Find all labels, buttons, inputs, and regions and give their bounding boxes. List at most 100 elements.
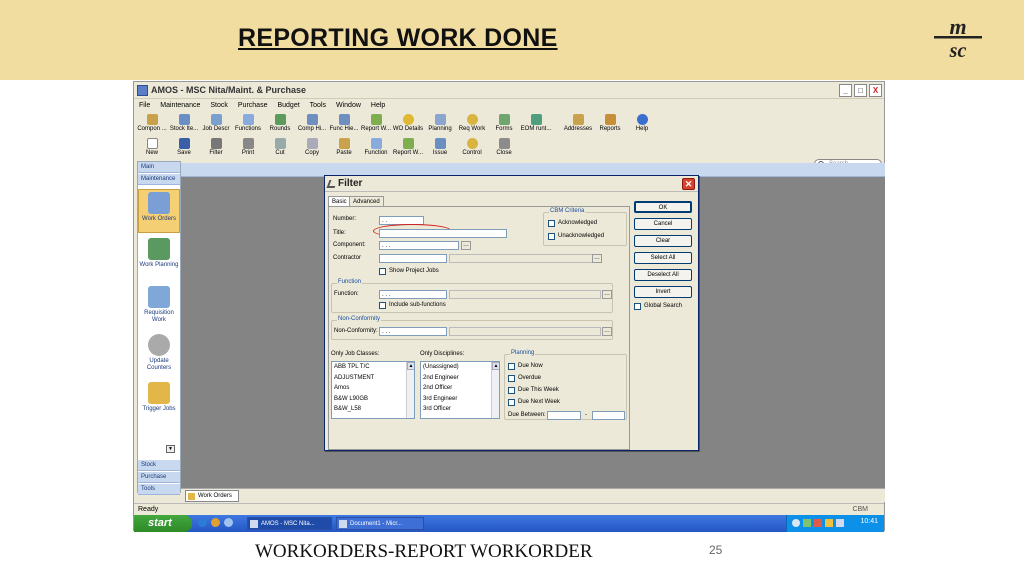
req-work-button[interactable]: Req Work xyxy=(456,113,488,137)
list-item[interactable]: B&W_L58 xyxy=(332,404,414,415)
forms-button[interactable]: Forms xyxy=(488,113,520,137)
desktop-icon[interactable] xyxy=(224,518,233,527)
function-button[interactable]: Function xyxy=(360,137,392,161)
non-conformity-field[interactable]: . . . xyxy=(379,327,447,336)
tray-security-icon[interactable] xyxy=(825,519,833,527)
menu-window[interactable]: Window xyxy=(336,102,361,109)
deselect-all-button[interactable]: Deselect All xyxy=(634,269,692,281)
list-item[interactable]: ADJUSTMENT xyxy=(332,373,414,384)
report-work-button[interactable]: Report W... xyxy=(360,113,392,137)
minimize-button[interactable]: _ xyxy=(839,84,852,97)
print-button[interactable]: Print xyxy=(232,137,264,161)
global-search-checkbox[interactable] xyxy=(634,303,641,310)
sidebar-scroll-down-icon[interactable]: ▼ xyxy=(166,445,175,453)
copy-button[interactable]: Copy xyxy=(296,137,328,161)
due-next-week-checkbox[interactable] xyxy=(508,399,515,406)
sidebar-item-update-counters[interactable]: Update Counters xyxy=(138,334,180,372)
outlook-icon[interactable] xyxy=(211,518,220,527)
list-item[interactable]: 2nd Engineer xyxy=(421,373,499,384)
unacknowledged-checkbox[interactable] xyxy=(548,233,555,240)
sidebar-item-trigger-jobs[interactable]: Trigger Jobs xyxy=(138,382,180,413)
list-item[interactable]: 3rd Engineer xyxy=(421,394,499,405)
contractor-field[interactable] xyxy=(379,254,447,263)
menu-budget[interactable]: Budget xyxy=(277,102,299,109)
sidebar-header-purchase[interactable]: Purchase xyxy=(138,472,180,483)
paste-button[interactable]: Paste xyxy=(328,137,360,161)
control-button[interactable]: Control xyxy=(456,137,488,161)
sidebar-header-maintenance[interactable]: Maintenance xyxy=(138,174,180,185)
functions-button[interactable]: Functions xyxy=(232,113,264,137)
list-item[interactable]: ABB TPL T/C xyxy=(332,362,414,373)
function-browse-button[interactable]: … xyxy=(602,290,612,299)
stock-items-button[interactable]: Stock Ite... xyxy=(168,113,200,137)
title-field[interactable] xyxy=(379,229,507,238)
job-classes-scrollbar[interactable]: ▲ xyxy=(406,362,414,418)
due-this-week-checkbox[interactable] xyxy=(508,387,515,394)
ok-button[interactable]: OK xyxy=(634,201,692,213)
sidebar-item-work-planning[interactable]: Work Planning xyxy=(138,238,180,269)
list-item[interactable]: Amos xyxy=(332,383,414,394)
help-button[interactable]: Help xyxy=(626,113,658,137)
job-descr-button[interactable]: Job Descr xyxy=(200,113,232,137)
select-all-button[interactable]: Select All xyxy=(634,252,692,264)
menu-file[interactable]: File xyxy=(139,102,150,109)
due-now-checkbox[interactable] xyxy=(508,363,515,370)
list-item[interactable]: 2nd Officer xyxy=(421,383,499,394)
tray-alert-icon[interactable] xyxy=(814,519,822,527)
filter-close-button[interactable]: ✕ xyxy=(682,178,695,190)
task-document1[interactable]: Document1 - Micr... xyxy=(336,517,424,530)
report-work-action-button[interactable]: Report W... xyxy=(392,137,424,161)
save-button[interactable]: Save xyxy=(168,137,200,161)
contractor-browse-button[interactable]: … xyxy=(592,254,602,263)
show-project-jobs-checkbox[interactable] xyxy=(379,268,386,275)
function-field[interactable]: . . . xyxy=(379,290,447,299)
sidebar-item-requisition-work[interactable]: Requisition Work xyxy=(138,286,180,324)
tray-status-icon[interactable] xyxy=(803,519,811,527)
components-button[interactable]: Compon ... xyxy=(136,113,168,137)
start-button[interactable]: start xyxy=(134,515,192,532)
invert-button[interactable]: Invert xyxy=(634,286,692,298)
list-item[interactable]: 3rd Officer xyxy=(421,404,499,415)
component-browse-button[interactable]: … xyxy=(461,241,471,250)
list-item[interactable]: B&W L90GB xyxy=(332,394,414,405)
menu-stock[interactable]: Stock xyxy=(210,102,228,109)
menu-purchase[interactable]: Purchase xyxy=(238,102,268,109)
disciplines-scrollbar[interactable]: ▲ xyxy=(491,362,499,418)
tab-advanced[interactable]: Advanced xyxy=(349,196,384,206)
close-tool-button[interactable]: Close xyxy=(488,137,520,161)
sidebar-header-tools[interactable]: Tools xyxy=(138,484,180,495)
filter-button[interactable]: Filter xyxy=(200,137,232,161)
new-button[interactable]: New xyxy=(136,137,168,161)
scroll-up-icon[interactable]: ▲ xyxy=(492,362,499,370)
tab-work-orders[interactable]: Work Orders xyxy=(185,490,239,502)
rounds-button[interactable]: Rounds xyxy=(264,113,296,137)
maximize-button[interactable]: □ xyxy=(854,84,867,97)
cancel-button[interactable]: Cancel xyxy=(634,218,692,230)
menu-help[interactable]: Help xyxy=(371,102,385,109)
tray-network-icon[interactable] xyxy=(792,519,800,527)
close-button[interactable]: X xyxy=(869,84,882,97)
component-field[interactable]: . . . xyxy=(379,241,459,250)
addresses-button[interactable]: Addresses xyxy=(562,113,594,137)
due-from-field[interactable] xyxy=(547,411,581,420)
sidebar-header-stock[interactable]: Stock xyxy=(138,460,180,471)
tray-volume-icon[interactable] xyxy=(836,519,844,527)
comp-hierarchy-button[interactable]: Comp Hi... xyxy=(296,113,328,137)
sidebar-item-work-orders[interactable]: Work Orders xyxy=(138,189,180,233)
menu-tools[interactable]: Tools xyxy=(310,102,326,109)
non-conformity-browse-button[interactable]: … xyxy=(602,327,612,336)
reports-button[interactable]: Reports xyxy=(594,113,626,137)
disciplines-list[interactable]: (Unassigned) 2nd Engineer 2nd Officer 3r… xyxy=(420,361,500,419)
job-classes-list[interactable]: ABB TPL T/C ADJUSTMENT Amos B&W L90GB B&… xyxy=(331,361,415,419)
menu-maintenance[interactable]: Maintenance xyxy=(160,102,200,109)
wo-details-button[interactable]: WO Details xyxy=(392,113,424,137)
cut-button[interactable]: Cut xyxy=(264,137,296,161)
task-amos[interactable]: AMOS - MSC Nita... xyxy=(247,517,332,530)
issue-button[interactable]: Issue xyxy=(424,137,456,161)
scroll-up-icon[interactable]: ▲ xyxy=(407,362,414,370)
due-to-field[interactable] xyxy=(592,411,625,420)
acknowledged-checkbox[interactable] xyxy=(548,220,555,227)
clear-button[interactable]: Clear xyxy=(634,235,692,247)
ie-icon[interactable] xyxy=(198,518,207,527)
overdue-checkbox[interactable] xyxy=(508,375,515,382)
